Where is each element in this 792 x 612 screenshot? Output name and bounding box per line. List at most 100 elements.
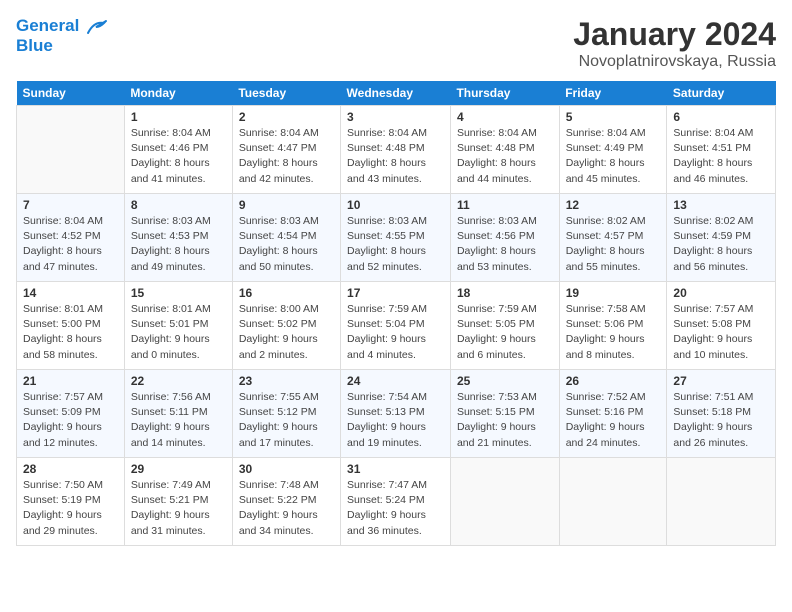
day-number: 10 [347, 198, 444, 212]
weekday-header-tuesday: Tuesday [232, 81, 340, 106]
logo-blue-text: Blue [16, 36, 108, 56]
day-number: 14 [23, 286, 118, 300]
calendar-cell: 7Sunrise: 8:04 AMSunset: 4:52 PMDaylight… [17, 194, 125, 282]
day-info: Sunrise: 8:01 AMSunset: 5:01 PMDaylight:… [131, 302, 226, 363]
day-info: Sunrise: 8:04 AMSunset: 4:48 PMDaylight:… [457, 126, 553, 187]
day-info: Sunrise: 8:04 AMSunset: 4:47 PMDaylight:… [239, 126, 334, 187]
day-number: 8 [131, 198, 226, 212]
calendar-cell: 23 Sunrise: 7:55 AMSunset: 5:12 PMDayligh… [232, 370, 340, 458]
day-number: 16 [239, 286, 334, 300]
weekday-header-row: SundayMondayTuesdayWednesdayThursdayFrid… [17, 81, 776, 106]
day-number: 2 [239, 110, 334, 124]
weekday-header-wednesday: Wednesday [341, 81, 451, 106]
calendar-cell: 15 Sunrise: 8:01 AMSunset: 5:01 PMDayligh… [124, 282, 232, 370]
day-info: Sunrise: 7:49 AMSunset: 5:21 PMDaylight:… [131, 478, 226, 539]
week-row-4: 21Sunrise: 7:57 AMSunset: 5:09 PMDayligh… [17, 370, 776, 458]
location-subtitle: Novoplatnirovskaya, Russia [573, 53, 776, 71]
day-info: Sunrise: 8:02 AMSunset: 4:57 PMDaylight:… [566, 214, 661, 275]
day-info: Sunrise: 7:55 AMSunset: 5:12 PMDaylight:… [239, 390, 334, 451]
day-number: 30 [239, 462, 334, 476]
week-row-3: 14Sunrise: 8:01 AMSunset: 5:00 PMDayligh… [17, 282, 776, 370]
day-number: 6 [673, 110, 769, 124]
day-info: Sunrise: 7:53 AMSunset: 5:15 PMDaylight:… [457, 390, 553, 451]
day-info: Sunrise: 7:56 AMSunset: 5:11 PMDaylight:… [131, 390, 226, 451]
calendar-cell: 1 Sunrise: 8:04 AMSunset: 4:46 PMDaylight… [124, 106, 232, 194]
calendar-cell: 26 Sunrise: 7:52 AMSunset: 5:16 PMDayligh… [559, 370, 667, 458]
day-number: 5 [566, 110, 661, 124]
calendar-cell: 9 Sunrise: 8:03 AMSunset: 4:54 PMDaylight… [232, 194, 340, 282]
day-info: Sunrise: 7:59 AMSunset: 5:05 PMDaylight:… [457, 302, 553, 363]
day-number: 27 [673, 374, 769, 388]
day-info: Sunrise: 8:03 AMSunset: 4:55 PMDaylight:… [347, 214, 444, 275]
week-row-5: 28 Sunrise: 7:50 AMSunset: 5:19 PMDayligh… [17, 458, 776, 546]
day-info: Sunrise: 7:52 AMSunset: 5:16 PMDaylight:… [566, 390, 661, 451]
day-info: Sunrise: 8:04 AMSunset: 4:51 PMDaylight:… [673, 126, 769, 187]
day-info: Sunrise: 8:02 AMSunset: 4:59 PMDaylight:… [673, 214, 769, 275]
calendar-cell: 20Sunrise: 7:57 AMSunset: 5:08 PMDayligh… [667, 282, 776, 370]
calendar-cell: 29 Sunrise: 7:49 AMSunset: 5:21 PMDayligh… [124, 458, 232, 546]
calendar-cell: 16 Sunrise: 8:00 AMSunset: 5:02 PMDayligh… [232, 282, 340, 370]
day-info: Sunrise: 7:47 AMSunset: 5:24 PMDaylight:… [347, 478, 444, 539]
header: General Blue January 2024 Novoplatnirovs… [16, 16, 776, 71]
logo-text: General [16, 16, 108, 36]
calendar-cell: 28 Sunrise: 7:50 AMSunset: 5:19 PMDayligh… [17, 458, 125, 546]
day-number: 28 [23, 462, 118, 476]
weekday-header-sunday: Sunday [17, 81, 125, 106]
day-info: Sunrise: 7:59 AMSunset: 5:04 PMDaylight:… [347, 302, 444, 363]
calendar-cell: 14Sunrise: 8:01 AMSunset: 5:00 PMDayligh… [17, 282, 125, 370]
day-info: Sunrise: 7:57 AMSunset: 5:09 PMDaylight:… [23, 390, 118, 451]
day-number: 11 [457, 198, 553, 212]
day-number: 25 [457, 374, 553, 388]
weekday-header-friday: Friday [559, 81, 667, 106]
day-number: 26 [566, 374, 661, 388]
day-number: 17 [347, 286, 444, 300]
weekday-header-monday: Monday [124, 81, 232, 106]
calendar-cell [450, 458, 559, 546]
title-block: January 2024 Novoplatnirovskaya, Russia [573, 16, 776, 71]
day-number: 7 [23, 198, 118, 212]
calendar-cell: 8Sunrise: 8:03 AMSunset: 4:53 PMDaylight… [124, 194, 232, 282]
day-number: 18 [457, 286, 553, 300]
day-info: Sunrise: 8:04 AMSunset: 4:46 PMDaylight:… [131, 126, 226, 187]
day-number: 13 [673, 198, 769, 212]
day-number: 31 [347, 462, 444, 476]
logo-bird-icon [86, 19, 108, 35]
month-title: January 2024 [573, 16, 776, 53]
calendar-cell: 10 Sunrise: 8:03 AMSunset: 4:55 PMDayligh… [341, 194, 451, 282]
day-number: 4 [457, 110, 553, 124]
calendar-cell: 19 Sunrise: 7:58 AMSunset: 5:06 PMDayligh… [559, 282, 667, 370]
day-info: Sunrise: 8:03 AMSunset: 4:54 PMDaylight:… [239, 214, 334, 275]
calendar-cell: 6 Sunrise: 8:04 AMSunset: 4:51 PMDaylight… [667, 106, 776, 194]
day-number: 15 [131, 286, 226, 300]
day-number: 1 [131, 110, 226, 124]
calendar-table: SundayMondayTuesdayWednesdayThursdayFrid… [16, 81, 776, 546]
weekday-header-saturday: Saturday [667, 81, 776, 106]
calendar-cell: 24Sunrise: 7:54 AMSunset: 5:13 PMDayligh… [341, 370, 451, 458]
calendar-cell: 21Sunrise: 7:57 AMSunset: 5:09 PMDayligh… [17, 370, 125, 458]
day-number: 29 [131, 462, 226, 476]
calendar-cell: 18 Sunrise: 7:59 AMSunset: 5:05 PMDayligh… [450, 282, 559, 370]
day-number: 9 [239, 198, 334, 212]
day-info: Sunrise: 7:58 AMSunset: 5:06 PMDaylight:… [566, 302, 661, 363]
day-info: Sunrise: 8:00 AMSunset: 5:02 PMDaylight:… [239, 302, 334, 363]
day-number: 12 [566, 198, 661, 212]
calendar-cell: 5Sunrise: 8:04 AMSunset: 4:49 PMDaylight… [559, 106, 667, 194]
day-number: 22 [131, 374, 226, 388]
page-container: General Blue January 2024 Novoplatnirovs… [0, 0, 792, 612]
day-info: Sunrise: 7:50 AMSunset: 5:19 PMDaylight:… [23, 478, 118, 539]
week-row-1: 1 Sunrise: 8:04 AMSunset: 4:46 PMDaylight… [17, 106, 776, 194]
calendar-cell: 4 Sunrise: 8:04 AMSunset: 4:48 PMDaylight… [450, 106, 559, 194]
day-number: 23 [239, 374, 334, 388]
calendar-cell: 31 Sunrise: 7:47 AMSunset: 5:24 PMDayligh… [341, 458, 451, 546]
calendar-cell: 13 Sunrise: 8:02 AMSunset: 4:59 PMDayligh… [667, 194, 776, 282]
calendar-cell [559, 458, 667, 546]
weekday-header-thursday: Thursday [450, 81, 559, 106]
day-number: 19 [566, 286, 661, 300]
calendar-cell: 2 Sunrise: 8:04 AMSunset: 4:47 PMDaylight… [232, 106, 340, 194]
day-info: Sunrise: 8:04 AMSunset: 4:48 PMDaylight:… [347, 126, 444, 187]
day-number: 3 [347, 110, 444, 124]
calendar-cell [667, 458, 776, 546]
calendar-cell: 3 Sunrise: 8:04 AMSunset: 4:48 PMDaylight… [341, 106, 451, 194]
day-info: Sunrise: 7:51 AMSunset: 5:18 PMDaylight:… [673, 390, 769, 451]
calendar-cell: 11Sunrise: 8:03 AMSunset: 4:56 PMDayligh… [450, 194, 559, 282]
